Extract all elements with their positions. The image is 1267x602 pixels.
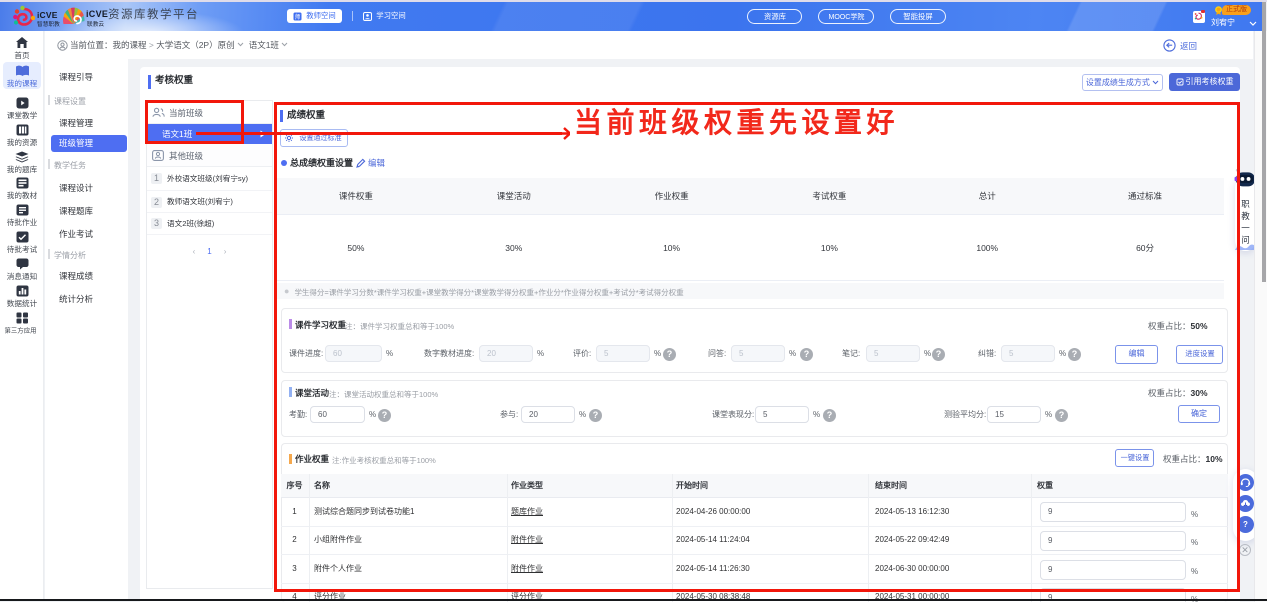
svg-text:师: 师 xyxy=(294,12,300,20)
